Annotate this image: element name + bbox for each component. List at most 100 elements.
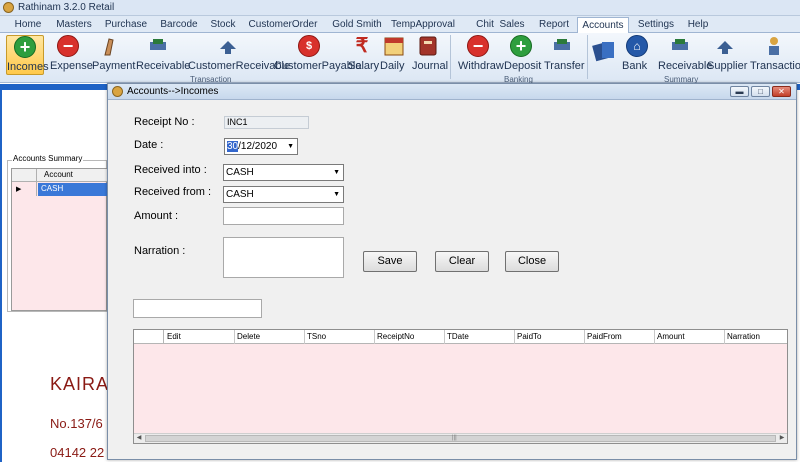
bank-button[interactable]: ⌂ Bank bbox=[622, 35, 652, 75]
accounts-summary-caption: Accounts Summary bbox=[12, 154, 84, 163]
date-label: Date : bbox=[134, 139, 164, 151]
received-into-label: Received into : bbox=[134, 164, 207, 176]
chevron-down-icon[interactable]: ▼ bbox=[287, 139, 294, 154]
close-button[interactable]: Close bbox=[505, 251, 559, 272]
tab-tempapproval[interactable]: TempApproval bbox=[391, 17, 455, 33]
menu-bar: Home Masters Purchase Barcode Stock Cust… bbox=[0, 16, 800, 33]
dialog-title: Accounts-->Incomes bbox=[127, 86, 219, 97]
scroll-right-icon[interactable]: ▶ bbox=[777, 434, 787, 443]
minus-icon: − bbox=[57, 35, 79, 57]
company-address: No.137/6 bbox=[50, 416, 103, 431]
money-bag-icon: $ bbox=[298, 35, 320, 57]
tab-settings[interactable]: Settings bbox=[636, 17, 676, 33]
summary-receivable-button[interactable]: Receivable bbox=[658, 35, 712, 75]
payment-button[interactable]: Payment bbox=[92, 35, 135, 75]
salary-button[interactable]: ₹ Salary bbox=[348, 35, 379, 75]
grid-column-tdate[interactable]: TDate bbox=[447, 332, 469, 341]
tab-report[interactable]: Report bbox=[538, 17, 570, 33]
minimize-icon[interactable]: ▬ bbox=[730, 86, 749, 97]
plus-icon: + bbox=[510, 35, 532, 57]
dialog-title-bar: Accounts-->Incomes ▬ □ ✕ bbox=[108, 84, 796, 100]
search-field[interactable] bbox=[133, 299, 262, 318]
withdraw-button[interactable]: − Withdraw bbox=[458, 35, 504, 75]
cards-icon bbox=[592, 42, 614, 62]
tab-barcode[interactable]: Barcode bbox=[158, 17, 200, 33]
company-name: KAIRA bbox=[50, 374, 110, 394]
transactions-button[interactable]: Transactions bbox=[750, 35, 800, 75]
payment-hand-icon bbox=[104, 38, 114, 56]
grid-column-narration[interactable]: Narration bbox=[727, 332, 760, 341]
tab-goldsmith[interactable]: Gold Smith bbox=[328, 17, 386, 33]
supplier-button[interactable]: Supplier bbox=[707, 35, 747, 75]
incomes-button[interactable]: + Incomes bbox=[6, 35, 49, 75]
grid-column-edit[interactable]: Edit bbox=[167, 332, 181, 341]
date-rest-segment: /12/2020 bbox=[238, 141, 278, 152]
narration-label: Narration : bbox=[134, 245, 186, 257]
daily-button[interactable]: Daily bbox=[380, 35, 408, 75]
plus-icon: + bbox=[14, 36, 36, 58]
clear-button[interactable]: Clear bbox=[435, 251, 489, 272]
customer-payable-button[interactable]: $ CustomerPayable bbox=[274, 35, 361, 75]
receipt-no-label: Receipt No : bbox=[134, 116, 195, 128]
narration-field[interactable] bbox=[223, 237, 344, 278]
handshake-icon bbox=[150, 39, 166, 50]
received-from-select[interactable]: CASH ▼ bbox=[223, 186, 344, 203]
received-from-label: Received from : bbox=[134, 186, 212, 198]
maximize-icon[interactable]: □ bbox=[751, 86, 770, 97]
accounts-summary-panel: Accounts Summary Account ▶ CASH bbox=[7, 154, 108, 312]
grid-column-tsno[interactable]: TSno bbox=[307, 332, 326, 341]
amount-label: Amount : bbox=[134, 210, 179, 222]
tab-home[interactable]: Home bbox=[10, 17, 46, 33]
journal-button[interactable]: Journal bbox=[412, 35, 448, 75]
minus-icon: − bbox=[467, 35, 489, 57]
tab-stock[interactable]: Stock bbox=[208, 17, 238, 33]
deposit-button[interactable]: + Deposit bbox=[504, 35, 541, 75]
grid-column-receiptno[interactable]: ReceiptNo bbox=[377, 332, 414, 341]
save-button[interactable]: Save bbox=[363, 251, 417, 272]
tab-customerorder[interactable]: CustomerOrder bbox=[247, 17, 319, 33]
scroll-thumb[interactable] bbox=[145, 435, 776, 442]
app-title: Rathinam 3.2.0 Retail bbox=[18, 2, 115, 13]
company-phone: 04142 22 bbox=[50, 445, 105, 460]
horizontal-scrollbar[interactable]: ◀ ||| ▶ bbox=[134, 433, 787, 443]
supplier-icon bbox=[717, 41, 733, 54]
date-day-segment: 30 bbox=[227, 141, 239, 152]
app-title-bar: Rathinam 3.2.0 Retail bbox=[0, 0, 800, 16]
receivable-button[interactable]: Receivable bbox=[136, 35, 190, 75]
receipt-no-field: INC1 bbox=[224, 116, 309, 129]
ribbon-toolbar: + Incomes − Expense Payment Receivable C… bbox=[0, 33, 800, 84]
app-logo-icon bbox=[3, 2, 14, 13]
person-icon bbox=[769, 37, 779, 55]
income-transactions-grid[interactable]: Edit Delete TSno ReceiptNo TDate PaidTo … bbox=[133, 329, 788, 444]
amount-field[interactable] bbox=[223, 207, 344, 225]
tab-accounts[interactable]: Accounts bbox=[577, 17, 629, 33]
accounts-summary-grid[interactable]: Account ▶ CASH bbox=[11, 168, 108, 311]
transfer-icon bbox=[554, 39, 570, 50]
received-into-select[interactable]: CASH ▼ bbox=[223, 164, 344, 181]
tab-sales[interactable]: Sales bbox=[499, 17, 525, 33]
incomes-dialog: Accounts-->Incomes ▬ □ ✕ Receipt No : IN… bbox=[107, 83, 797, 460]
tab-masters[interactable]: Masters bbox=[54, 17, 94, 33]
grid-header: Edit Delete TSno ReceiptNo TDate PaidTo … bbox=[134, 330, 787, 344]
calendar-icon bbox=[384, 37, 404, 56]
grid-column-paidfrom[interactable]: PaidFrom bbox=[587, 332, 622, 341]
chevron-down-icon[interactable]: ▼ bbox=[333, 187, 340, 202]
dialog-logo-icon bbox=[112, 86, 123, 97]
expense-button[interactable]: − Expense bbox=[50, 35, 93, 75]
grid-column-amount[interactable]: Amount bbox=[657, 332, 685, 341]
grid-column-delete[interactable]: Delete bbox=[237, 332, 260, 341]
chevron-down-icon[interactable]: ▼ bbox=[333, 165, 340, 180]
rupee-icon: ₹ bbox=[355, 35, 369, 57]
tab-help[interactable]: Help bbox=[686, 17, 710, 33]
grid-column-paidto[interactable]: PaidTo bbox=[517, 332, 541, 341]
row-pointer-icon: ▶ bbox=[16, 186, 22, 193]
transfer-button[interactable]: Transfer bbox=[544, 35, 585, 75]
date-picker[interactable]: 30/12/2020 ▼ bbox=[224, 138, 298, 155]
scroll-left-icon[interactable]: ◀ bbox=[134, 434, 144, 443]
tab-chit[interactable]: Chit bbox=[473, 17, 497, 33]
account-cell[interactable]: CASH bbox=[38, 183, 108, 196]
journal-book-icon bbox=[419, 36, 437, 56]
customer-receivable-button[interactable]: CustomerReceivable bbox=[188, 35, 290, 75]
tab-purchase[interactable]: Purchase bbox=[103, 17, 149, 33]
close-icon[interactable]: ✕ bbox=[772, 86, 791, 97]
